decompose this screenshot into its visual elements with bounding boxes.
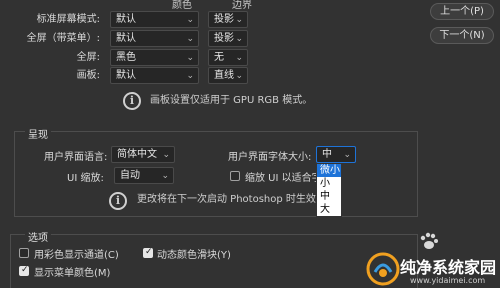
- font-size-option-large[interactable]: 大: [317, 203, 341, 216]
- row-label-fullscreen: 全屏:: [76, 52, 100, 63]
- next-button[interactable]: 下一个(N): [430, 27, 494, 44]
- dropdown-value: 黑色: [116, 52, 136, 63]
- watermark-url: www.yidaimei.com: [410, 276, 486, 285]
- dropdown-value: 简体中文: [117, 149, 157, 160]
- scale-ui-checkbox[interactable]: [230, 171, 240, 181]
- chevron-down-icon: ⌄: [186, 53, 194, 63]
- dropdown-value: 默认: [116, 70, 136, 81]
- column-header-border: 边界: [232, 0, 252, 11]
- fullscreen-color-dropdown[interactable]: 黑色 ⌄: [110, 49, 199, 66]
- row-label-artboard: 画板:: [76, 70, 100, 81]
- info-icon: i: [123, 92, 141, 110]
- previous-button[interactable]: 上一个(P): [430, 3, 494, 20]
- ui-language-label: 用户界面语言:: [44, 152, 108, 163]
- restart-note: 更改将在下一次启动 Photoshop 时生效: [137, 194, 316, 205]
- standard-screen-border-dropdown[interactable]: 投影 ⌄: [208, 11, 248, 28]
- dropdown-value: 无: [214, 52, 224, 63]
- dynamic-sliders-label: 动态颜色滑块(Y): [157, 250, 231, 261]
- chevron-down-icon: ⌄: [235, 71, 243, 81]
- menu-colors-label: 显示菜单颜色(M): [34, 268, 111, 279]
- chevron-down-icon: ⌄: [162, 150, 170, 160]
- ui-scale-dropdown[interactable]: 自动 ⌄: [114, 167, 174, 184]
- watermark-title: 纯净系统家园: [400, 258, 497, 277]
- dynamic-sliders-checkbox[interactable]: [143, 247, 153, 258]
- watermark-logo-icon: [366, 252, 400, 286]
- chevron-down-icon: ⌄: [235, 15, 243, 25]
- artboard-note: 画板设置仅适用于 GPU RGB 模式。: [150, 95, 313, 106]
- artboard-color-dropdown[interactable]: 默认 ⌄: [110, 67, 199, 84]
- scale-ui-checkbox-label: 缩放 UI 以适合字: [245, 173, 322, 184]
- dropdown-value: 中: [322, 149, 332, 160]
- info-icon: i: [109, 192, 127, 210]
- dropdown-value: 默认: [116, 14, 136, 25]
- menu-colors-checkbox[interactable]: [19, 265, 29, 276]
- chevron-down-icon: ⌄: [343, 150, 351, 160]
- chevron-down-icon: ⌄: [186, 71, 194, 81]
- chevron-down-icon: ⌄: [186, 34, 194, 44]
- font-size-option-tiny[interactable]: 微小: [317, 164, 341, 177]
- fullscreen-menu-color-dropdown[interactable]: 默认 ⌄: [110, 30, 199, 47]
- chevron-down-icon: ⌄: [235, 53, 243, 63]
- fullscreen-border-dropdown[interactable]: 无 ⌄: [208, 49, 248, 66]
- dropdown-value: 投影: [214, 14, 234, 25]
- presentation-title: 呈现: [25, 126, 51, 141]
- paw-icon: [418, 232, 440, 252]
- column-header-color: 颜色: [172, 0, 192, 11]
- row-label-standard-screen: 标准屏幕模式:: [36, 14, 100, 25]
- dropdown-value: 投影: [214, 33, 234, 44]
- dropdown-value: 直线: [214, 70, 234, 81]
- row-label-fullscreen-menu: 全屏（带菜单）:: [26, 33, 100, 44]
- color-channels-label: 用彩色显示通道(C): [34, 250, 119, 261]
- options-group: [10, 234, 418, 288]
- chevron-down-icon: ⌄: [161, 171, 169, 181]
- dropdown-value: 默认: [116, 33, 136, 44]
- options-title: 选项: [25, 229, 51, 244]
- color-channels-checkbox[interactable]: [19, 248, 29, 258]
- font-size-option-small[interactable]: 小: [317, 177, 341, 190]
- standard-screen-color-dropdown[interactable]: 默认 ⌄: [110, 11, 199, 28]
- artboard-border-dropdown[interactable]: 直线 ⌄: [208, 67, 248, 84]
- dropdown-value: 自动: [120, 170, 140, 181]
- ui-scale-label: UI 缩放:: [67, 173, 104, 184]
- font-size-option-medium[interactable]: 中: [317, 190, 341, 203]
- ui-font-size-dropdown[interactable]: 中 ⌄: [316, 146, 356, 163]
- fullscreen-menu-border-dropdown[interactable]: 投影 ⌄: [208, 30, 248, 47]
- chevron-down-icon: ⌄: [235, 34, 243, 44]
- chevron-down-icon: ⌄: [186, 15, 194, 25]
- ui-font-size-label: 用户界面字体大小:: [228, 152, 312, 163]
- font-size-options-popup: 微小 小 中 大: [316, 163, 342, 217]
- ui-language-dropdown[interactable]: 简体中文 ⌄: [111, 146, 175, 163]
